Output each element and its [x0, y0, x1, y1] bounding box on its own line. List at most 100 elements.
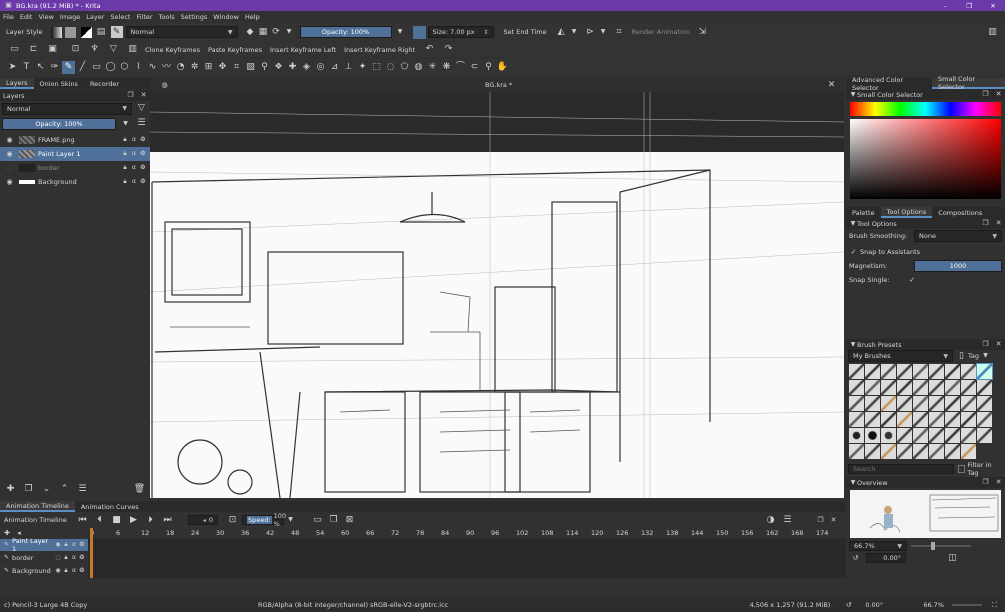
reload-preset-icon[interactable]: ⟳: [270, 26, 283, 39]
set-end-time-button[interactable]: Set End Time: [504, 28, 547, 36]
brush-preset-item[interactable]: [865, 428, 880, 443]
magnetic-select-icon[interactable]: ⊂: [468, 61, 481, 74]
lock-icon[interactable]: 🔒︎: [121, 134, 129, 147]
canvas-area[interactable]: ◍ BG.kra * ✕: [150, 78, 844, 498]
onion-icon[interactable]: ❂: [139, 176, 147, 189]
rotate-icon[interactable]: ↺: [842, 599, 855, 612]
frame-range-icon[interactable]: ⊡: [226, 514, 239, 527]
alpha-inherit-icon[interactable]: α: [70, 565, 78, 578]
alpha-lock-icon[interactable]: ▦: [257, 26, 270, 39]
rectangle-tool-icon[interactable]: ▭: [90, 61, 103, 74]
size-slider[interactable]: Size: 7.00 px ⇕: [427, 26, 494, 38]
brush-preset-item[interactable]: [945, 444, 960, 459]
tag-label[interactable]: Tag: [968, 352, 979, 360]
duplicate-keyframe-icon[interactable]: ❐: [327, 514, 340, 527]
transform-tool-icon[interactable]: ⊞: [202, 61, 215, 74]
brush-preset-item[interactable]: [913, 428, 928, 443]
brush-preview-icon[interactable]: ✎: [110, 26, 123, 38]
brush-preset-item[interactable]: [945, 364, 960, 379]
brush-preset-item[interactable]: [897, 396, 912, 411]
reference-tool-icon[interactable]: ✦: [356, 61, 369, 74]
menu-window[interactable]: Window: [213, 13, 239, 21]
brush-preset-item[interactable]: [897, 444, 912, 459]
brush-preset-item[interactable]: [945, 428, 960, 443]
brush-preset-item[interactable]: [865, 380, 880, 395]
chevron-down-icon[interactable]: ▼: [394, 26, 407, 39]
menu-filter[interactable]: Filter: [136, 13, 152, 21]
brush-preset-item[interactable]: [961, 380, 976, 395]
alpha-inherit-icon[interactable]: α: [130, 176, 138, 189]
pan-tool-icon[interactable]: ✋: [496, 61, 509, 74]
filter-in-tag-checkbox[interactable]: [957, 464, 966, 473]
close-document-icon[interactable]: ✕: [825, 79, 838, 92]
mask-icon[interactable]: ▥: [126, 43, 139, 56]
brush-preset-item[interactable]: [913, 396, 928, 411]
menu-icon[interactable]: ☰: [135, 117, 148, 130]
alpha-inherit-icon[interactable]: α: [70, 552, 78, 565]
assistant-tool-icon[interactable]: ⊿: [328, 61, 341, 74]
brush-preset-item[interactable]: [929, 444, 944, 459]
fill-icon[interactable]: ♆: [88, 43, 101, 56]
alpha-inherit-icon[interactable]: α: [130, 134, 138, 147]
brush-search-input[interactable]: Search: [848, 463, 954, 474]
chevron-down-icon[interactable]: ▼: [119, 117, 132, 130]
render-animation-button[interactable]: Render Animation: [632, 28, 690, 36]
insert-keyframe-left-button[interactable]: Insert Keyframe Left: [270, 46, 336, 54]
insert-keyframe-right-button[interactable]: Insert Keyframe Right: [344, 46, 415, 54]
onion-icon[interactable]: ❂: [78, 552, 86, 565]
overview-thumbnail[interactable]: [850, 490, 1001, 538]
chevron-down-icon[interactable]: ▼: [283, 26, 296, 39]
add-keyframe-icon[interactable]: ▭: [311, 514, 324, 527]
stop-icon[interactable]: ■: [110, 514, 123, 527]
eye-icon[interactable]: ◌: [54, 552, 62, 565]
fullscreen-icon[interactable]: ⛶: [988, 599, 1001, 612]
timeline-layer-row[interactable]: ✎ Paint Layer 1 ◉ 🔒︎ α ❂: [0, 537, 88, 553]
similar-select-icon[interactable]: ❋: [440, 61, 453, 74]
close-panel-icon[interactable]: ✕: [992, 338, 1005, 351]
tab-animation-curves[interactable]: Animation Curves: [75, 501, 145, 512]
brush-preset-item[interactable]: [897, 380, 912, 395]
select-shapes-icon[interactable]: ➤: [6, 61, 19, 74]
brush-preset-item[interactable]: [961, 444, 976, 459]
chevron-down-icon[interactable]: ▼: [979, 350, 992, 363]
minimize-button[interactable]: –: [933, 2, 957, 10]
float-panel-icon[interactable]: ❐: [814, 514, 827, 527]
lock-icon[interactable]: 🔒︎: [62, 565, 70, 578]
brush-preset-item[interactable]: [913, 444, 928, 459]
rotate-left-icon[interactable]: ↺: [849, 552, 862, 565]
paste-keyframes-button[interactable]: Paste Keyframes: [208, 46, 262, 54]
new-document-icon[interactable]: ▭: [8, 43, 21, 56]
brush-smoothing-select[interactable]: None ▼: [914, 230, 1002, 242]
mirror-horizontal-icon[interactable]: ◭: [555, 26, 568, 39]
menu-image[interactable]: Image: [60, 13, 80, 21]
brush-preset-item[interactable]: [929, 412, 944, 427]
lock-icon[interactable]: 🔒︎: [62, 552, 70, 565]
chevron-down-icon[interactable]: ▼: [284, 514, 297, 527]
brush-preset-item[interactable]: [897, 364, 912, 379]
blend-mode-select[interactable]: Normal ▼: [125, 26, 238, 38]
onion-icon[interactable]: ❂: [78, 539, 86, 552]
next-frame-icon[interactable]: ⏵︎: [144, 514, 157, 527]
snap-assistants-checkbox[interactable]: ✓: [849, 248, 858, 257]
overview-rotation-input[interactable]: 0.00°: [866, 553, 906, 563]
brush-preset-item[interactable]: [929, 428, 944, 443]
lock-icon[interactable]: 🔒︎: [121, 148, 129, 161]
color-picker-icon[interactable]: ⚲: [258, 61, 271, 74]
delete-layer-icon[interactable]: 🗑︎: [133, 483, 146, 496]
brush-preset-item[interactable]: [849, 396, 864, 411]
speed-input[interactable]: Speed: 100 %: [242, 512, 286, 528]
last-frame-icon[interactable]: ⏭︎: [161, 514, 174, 527]
frame-number-input[interactable]: ◂ 0: [188, 515, 218, 525]
magnetism-slider[interactable]: 1000: [914, 260, 1002, 272]
layer-properties-icon[interactable]: ☰: [76, 483, 89, 496]
close-panel-icon[interactable]: ✕: [992, 476, 1005, 489]
calligraphy-icon[interactable]: ✑: [48, 61, 61, 74]
menu-help[interactable]: Help: [245, 13, 260, 21]
color-swatch-icon[interactable]: [412, 25, 426, 39]
tab-animation-timeline[interactable]: Animation Timeline: [0, 501, 75, 512]
polygon-select-icon[interactable]: ⬠: [398, 61, 411, 74]
slider-handle[interactable]: [931, 542, 935, 550]
layer-opacity-slider[interactable]: Opacity: 100%: [2, 117, 116, 130]
menu-layer[interactable]: Layer: [86, 13, 104, 21]
brush-preset-item[interactable]: [881, 380, 896, 395]
